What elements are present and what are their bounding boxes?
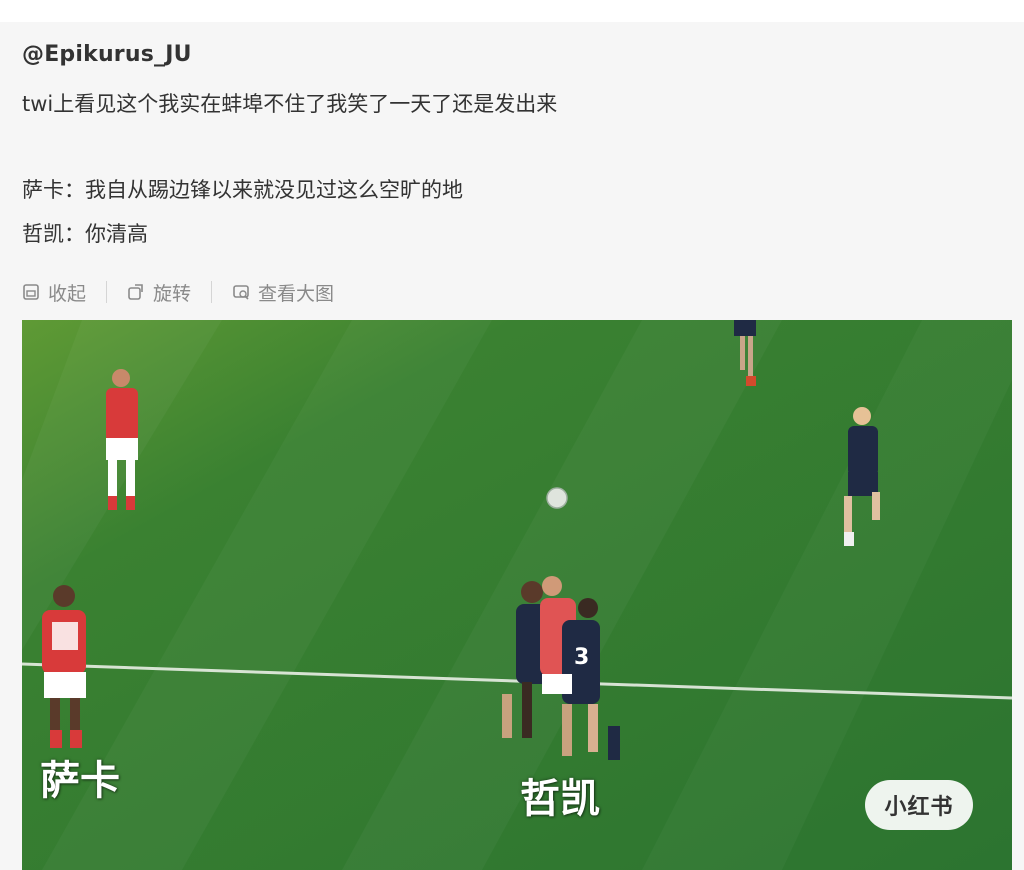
collapse-icon <box>23 284 39 300</box>
svg-text:3: 3 <box>574 645 589 670</box>
post-image[interactable]: 3 萨卡 哲凯 小红书 <box>22 320 1012 870</box>
post-text-line-1: twi上看见这个我实在蚌埠不住了我笑了一天了还是发出来 <box>22 92 558 116</box>
caption-xhaka: 哲凯 <box>520 776 600 822</box>
toolbar-divider <box>211 281 213 303</box>
football <box>546 487 568 509</box>
view-large-button[interactable]: 查看大图 <box>232 279 334 306</box>
image-toolbar: 收起 旋转 查看大图 <box>22 278 334 306</box>
post-author[interactable]: @Epikurus_JU <box>22 42 192 67</box>
xiaohongshu-watermark: 小红书 <box>865 780 973 830</box>
caption-saka: 萨卡 <box>40 758 120 804</box>
post-text-line-3: 哲凯：你清高 <box>22 222 148 246</box>
rotate-label: 旋转 <box>153 282 192 305</box>
collapse-label: 收起 <box>48 282 87 305</box>
rotate-icon <box>128 284 143 300</box>
toolbar-divider <box>106 281 108 303</box>
view-large-label: 查看大图 <box>258 282 335 305</box>
post-card: @Epikurus_JU twi上看见这个我实在蚌埠不住了我笑了一天了还是发出来… <box>0 22 1024 870</box>
view-large-icon <box>233 285 249 300</box>
collapse-button[interactable]: 收起 <box>22 279 86 306</box>
football-pitch-photo: 3 <box>22 320 1012 870</box>
rotate-button[interactable]: 旋转 <box>127 279 191 306</box>
post-text-line-2: 萨卡：我自从踢边锋以来就没见过这么空旷的地 <box>22 178 463 202</box>
